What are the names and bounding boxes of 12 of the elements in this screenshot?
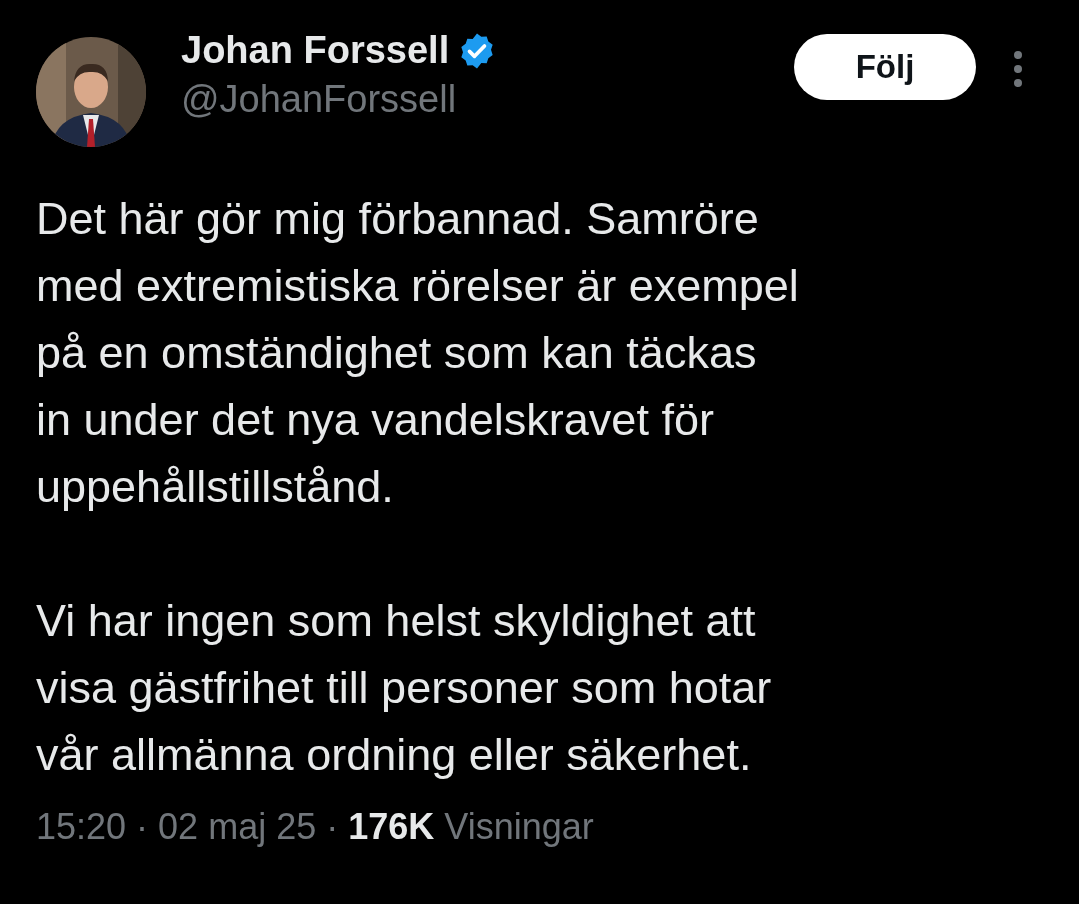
more-icon[interactable]	[1013, 49, 1023, 89]
author-name: Johan Forssell	[181, 29, 450, 72]
separator-dot: ·	[136, 806, 149, 848]
post-time: 15:20	[36, 806, 127, 848]
tweet-paragraph: Vi har ingen som helst skyldighet att visa gästfrihet till personer som hotar vår allmänna ordning eller säkerhet.	[36, 594, 773, 782]
separator-dot: ·	[326, 806, 339, 848]
post-date: 02 maj 25	[158, 806, 317, 848]
tweet-paragraph: Det här gör mig förbannad. Samröre med extremistiska rörelser är exempel på en omständighet som kan täckas in under det nya vandelskravet för uppehållstillstånd.	[36, 192, 800, 514]
author-handle: @JohanForssell	[181, 78, 458, 121]
view-count: 176K	[348, 806, 435, 848]
views-label: Visningar	[444, 806, 594, 848]
follow-button[interactable]: Följ	[794, 34, 976, 100]
